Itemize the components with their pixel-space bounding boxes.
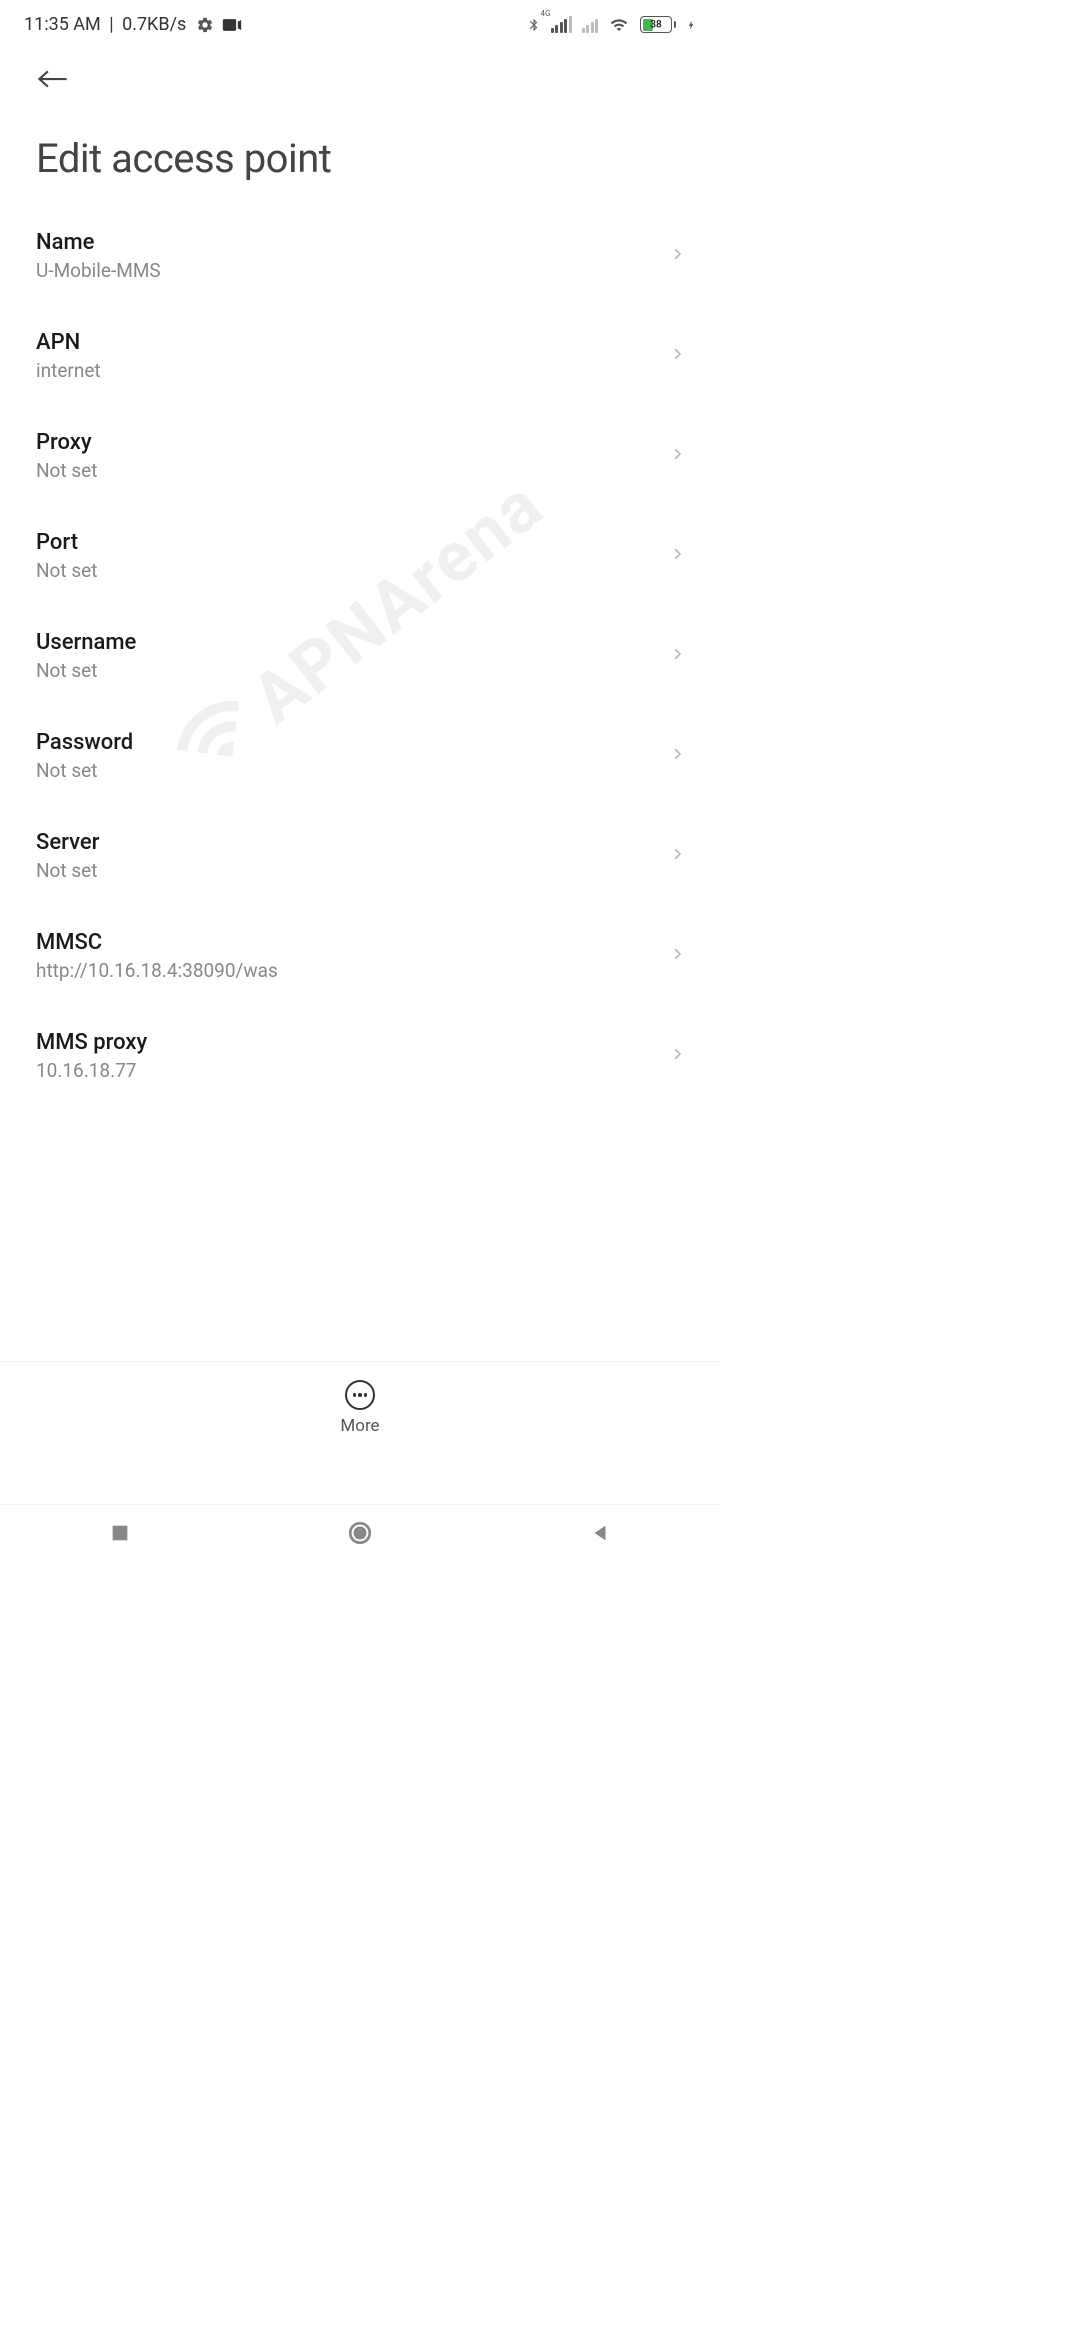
mms-proxy-item[interactable]: MMS proxy 10.16.18.77 bbox=[36, 1006, 684, 1082]
item-label: APN bbox=[36, 330, 670, 355]
item-value: Not set bbox=[36, 459, 670, 482]
apn-item[interactable]: APN internet bbox=[36, 306, 684, 406]
item-value: Not set bbox=[36, 759, 670, 782]
chevron-right-icon bbox=[670, 343, 684, 369]
more-label: More bbox=[340, 1416, 379, 1436]
page-title: Edit access point bbox=[0, 111, 720, 206]
item-label: Name bbox=[36, 230, 670, 255]
item-label: Username bbox=[36, 630, 670, 655]
chevron-right-icon bbox=[670, 543, 684, 569]
chevron-right-icon bbox=[670, 243, 684, 269]
item-value: Not set bbox=[36, 559, 670, 582]
charging-icon bbox=[686, 16, 696, 34]
gear-icon bbox=[196, 16, 214, 34]
item-value: U-Mobile-MMS bbox=[36, 259, 670, 282]
signal-4g-icon: 4G bbox=[551, 17, 572, 33]
item-label: MMS proxy bbox=[36, 1030, 670, 1055]
apn-name-item[interactable]: Name U-Mobile-MMS bbox=[36, 206, 684, 306]
chevron-right-icon bbox=[670, 843, 684, 869]
battery-icon: 38 bbox=[640, 16, 676, 33]
navigation-bar bbox=[0, 1504, 720, 1560]
chevron-right-icon bbox=[670, 443, 684, 469]
status-speed: 0.7KB/s bbox=[122, 14, 186, 35]
more-icon bbox=[345, 1380, 375, 1410]
item-value: Not set bbox=[36, 859, 670, 882]
nav-recents-button[interactable] bbox=[70, 1522, 170, 1544]
mmsc-item[interactable]: MMSC http://10.16.18.4:38090/was bbox=[36, 906, 684, 1006]
item-value: internet bbox=[36, 359, 670, 382]
chevron-right-icon bbox=[670, 643, 684, 669]
nav-back-button[interactable] bbox=[550, 1522, 650, 1544]
proxy-item[interactable]: Proxy Not set bbox=[36, 406, 684, 506]
password-item[interactable]: Password Not set bbox=[36, 706, 684, 806]
wifi-icon bbox=[608, 16, 630, 34]
server-item[interactable]: Server Not set bbox=[36, 806, 684, 906]
chevron-right-icon bbox=[670, 743, 684, 769]
settings-list: Name U-Mobile-MMS APN internet Proxy Not… bbox=[0, 206, 720, 1082]
status-separator: | bbox=[105, 14, 118, 35]
item-label: MMSC bbox=[36, 930, 670, 955]
chevron-right-icon bbox=[670, 1043, 684, 1069]
item-value: http://10.16.18.4:38090/was bbox=[36, 959, 670, 982]
item-label: Password bbox=[36, 730, 670, 755]
item-label: Port bbox=[36, 530, 670, 555]
item-value: Not set bbox=[36, 659, 670, 682]
bluetooth-icon bbox=[527, 15, 541, 35]
item-label: Proxy bbox=[36, 430, 670, 455]
nav-home-button[interactable] bbox=[310, 1520, 410, 1546]
signal-nosim-icon bbox=[582, 17, 599, 33]
item-label: Server bbox=[36, 830, 670, 855]
chevron-right-icon bbox=[670, 943, 684, 969]
status-time: 11:35 AM bbox=[24, 14, 101, 35]
username-item[interactable]: Username Not set bbox=[36, 606, 684, 706]
more-button[interactable]: More bbox=[0, 1361, 720, 1436]
back-button[interactable] bbox=[36, 61, 70, 101]
video-icon bbox=[222, 18, 242, 32]
port-item[interactable]: Port Not set bbox=[36, 506, 684, 606]
item-value: 10.16.18.77 bbox=[36, 1059, 670, 1082]
status-bar: 11:35 AM | 0.7KB/s 4G bbox=[0, 0, 720, 45]
